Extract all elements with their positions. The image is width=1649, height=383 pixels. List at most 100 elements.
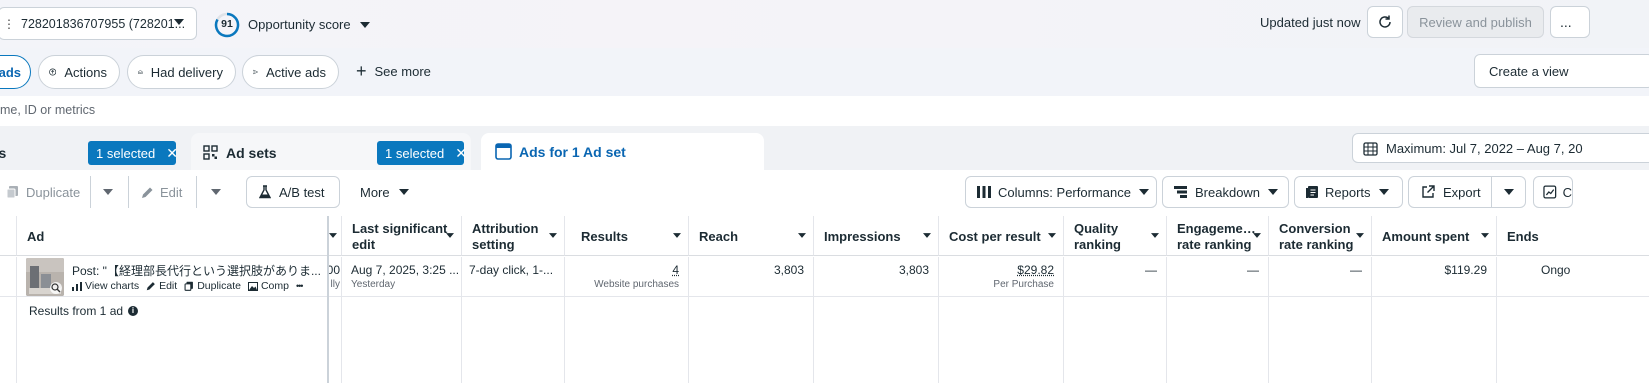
- table-header-attribution-setting[interactable]: Attribution setting: [462, 216, 565, 256]
- results-sub: Website purchases: [594, 279, 679, 290]
- ad-thumbnail[interactable]: [26, 258, 64, 296]
- divider: [196, 176, 197, 208]
- tab-ads[interactable]: Ads for 1 Ad set: [481, 133, 764, 171]
- edit-button[interactable]: Edit: [131, 176, 195, 208]
- table-header-cost-per-result[interactable]: Cost per result: [939, 216, 1064, 256]
- ad-thumbnail-image: [26, 258, 64, 296]
- table-header-last-significant-edit[interactable]: Last significant edit: [342, 216, 462, 256]
- attribution-value: 7-day click, 1-...: [469, 263, 554, 277]
- filter-pill-active-ads[interactable]: Active ads: [242, 55, 339, 89]
- edit-dropdown-button[interactable]: [199, 176, 232, 208]
- export-icon: [1422, 185, 1435, 198]
- search-input-placeholder[interactable]: me, ID or metrics: [0, 103, 95, 117]
- more-options-button[interactable]: ...: [1550, 6, 1590, 38]
- campaigns-selected-badge[interactable]: 1 selected ✕: [88, 141, 178, 165]
- link-label: View charts: [85, 280, 140, 292]
- summary-cell: [1372, 297, 1497, 383]
- search-bar[interactable]: [0, 96, 1649, 126]
- refresh-button[interactable]: [1367, 6, 1403, 38]
- link-label: Duplicate: [197, 280, 241, 292]
- table-header-ends[interactable]: Ends: [1497, 216, 1649, 256]
- chevron-down-icon: [1356, 233, 1364, 238]
- partial-value: 00: [329, 263, 340, 277]
- duplicate-button[interactable]: Duplicate: [0, 176, 88, 208]
- header-label: Last significant edit: [352, 221, 448, 252]
- table-header-reach[interactable]: Reach: [689, 216, 814, 256]
- chevron-down-icon: [1481, 233, 1489, 238]
- export-label: Export: [1443, 184, 1481, 200]
- export-button[interactable]: Export: [1408, 176, 1492, 208]
- filter-pill-label: Active ads: [266, 64, 326, 80]
- breakdown-button[interactable]: Breakdown: [1162, 176, 1289, 208]
- chevron-down-icon: [102, 189, 113, 195]
- reports-label: Reports: [1325, 184, 1371, 200]
- conversion-value: —: [1350, 263, 1362, 277]
- header-label: Attribution setting: [472, 221, 539, 252]
- ab-test-button[interactable]: A/B test: [246, 176, 340, 208]
- pencil-icon: [146, 282, 155, 291]
- table-header-conversion-rate-ranking[interactable]: Conversion rate ranking: [1269, 216, 1372, 256]
- filter-pill-had-delivery[interactable]: Had delivery: [127, 55, 236, 89]
- see-more-filters-button[interactable]: + See more: [356, 61, 431, 81]
- date-range-picker[interactable]: Maximum: Jul 7, 2022 – Aug 7, 20: [1352, 133, 1649, 163]
- more-icon: •••: [295, 281, 304, 291]
- chevron-down-icon: [1378, 189, 1389, 195]
- tab-campaigns-label: ns: [0, 145, 7, 161]
- duplicate-link[interactable]: Duplicate: [184, 280, 241, 292]
- summary-cell: [565, 297, 689, 383]
- row-checkbox-cell[interactable]: [0, 257, 17, 297]
- amount-spent-value: $119.29: [1444, 263, 1488, 277]
- table-header-results[interactable]: Results: [565, 216, 689, 256]
- summary-cell: [689, 297, 814, 383]
- table-header-engagement-rate-ranking[interactable]: Engageme… rate ranking: [1167, 216, 1269, 256]
- table-header-partial[interactable]: [329, 216, 342, 256]
- adsets-selected-badge[interactable]: 1 selected ✕: [377, 141, 467, 165]
- columns-label: Columns: Performance: [998, 184, 1131, 200]
- view-charts-link[interactable]: View charts: [72, 280, 139, 292]
- table-header-quality-ranking[interactable]: Quality ranking: [1064, 216, 1167, 256]
- table-header-amount-spent[interactable]: Amount spent: [1372, 216, 1497, 256]
- opportunity-score-value: 91: [221, 18, 233, 30]
- columns-button[interactable]: Columns: Performance: [965, 176, 1157, 208]
- edit-link[interactable]: Edit: [146, 280, 177, 292]
- chevron-down-icon: [673, 233, 681, 238]
- more-label: More: [360, 184, 390, 200]
- cost-per-result-value[interactable]: $29.82: [1017, 263, 1054, 277]
- clear-selection-icon[interactable]: ✕: [166, 145, 178, 162]
- duplicate-dropdown-button[interactable]: [92, 176, 123, 208]
- partial-sub: lly: [330, 279, 340, 290]
- clear-selection-icon[interactable]: ✕: [455, 145, 467, 162]
- review-and-publish-button[interactable]: Review and publish: [1407, 6, 1544, 38]
- header-label: Amount spent: [1382, 229, 1470, 244]
- link-label: Edit: [159, 280, 178, 292]
- header-label: Results: [581, 229, 628, 244]
- more-link[interactable]: •••: [295, 281, 304, 291]
- charts-button[interactable]: C: [1533, 176, 1573, 208]
- bar-chart-icon: [72, 281, 82, 291]
- create-view-button[interactable]: Create a view: [1474, 54, 1649, 88]
- filter-pill-actions[interactable]: Actions: [38, 55, 120, 89]
- table-header-ad[interactable]: Ad: [17, 216, 328, 256]
- more-actions-button[interactable]: More: [349, 176, 421, 208]
- account-id: 728201836707955 (728201...: [21, 16, 186, 31]
- opportunity-score-button[interactable]: Opportunity score: [248, 17, 370, 32]
- plus-icon: +: [356, 61, 367, 81]
- updated-status: Updated just now: [1260, 15, 1361, 30]
- summary-cell: [462, 297, 565, 383]
- quality-cell: —: [1064, 257, 1167, 297]
- table-header-impressions[interactable]: Impressions: [814, 216, 939, 256]
- summary-cell: [814, 297, 939, 383]
- compare-link[interactable]: Comp: [247, 280, 289, 292]
- chevron-down-icon: [1151, 233, 1159, 238]
- amount-spent-cell: $119.29: [1372, 257, 1497, 297]
- info-icon[interactable]: i: [128, 306, 139, 316]
- chevron-down-icon: [210, 189, 221, 195]
- opportunity-score-label: Opportunity score: [248, 17, 351, 32]
- account-selector[interactable]: ⋮ 728201836707955 (728201...: [0, 7, 197, 40]
- header-label: Impressions: [824, 229, 901, 244]
- results-value[interactable]: 4: [672, 263, 679, 277]
- arrow-up-circle-icon: [49, 68, 57, 76]
- export-dropdown-button[interactable]: [1492, 176, 1526, 208]
- reports-button[interactable]: Reports: [1294, 176, 1403, 208]
- ad-name[interactable]: Post: "【経理部長代行という選択肢がありま...: [72, 262, 324, 279]
